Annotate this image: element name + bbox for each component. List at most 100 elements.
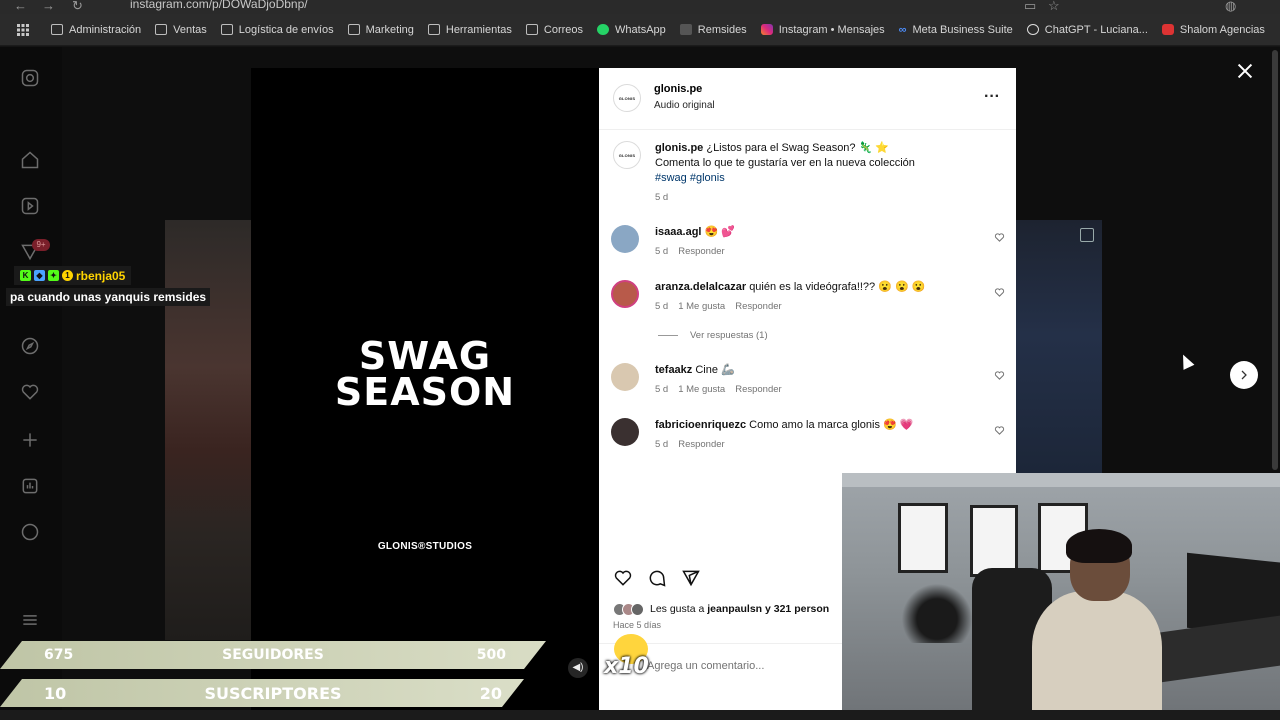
author-username[interactable]: glonis.pe <box>654 83 702 95</box>
like-comment-icon[interactable] <box>994 230 1005 242</box>
page-scrollbar[interactable] <box>1272 50 1278 470</box>
author-avatar[interactable]: GLONIS <box>613 84 641 112</box>
replies-divider <box>658 334 678 336</box>
post-header: GLONIS glonis.pe Audio original ··· <box>599 68 1016 130</box>
comment-likes[interactable]: 1 Me gusta <box>678 301 725 312</box>
comment-username[interactable]: isaaa.agl <box>655 226 701 238</box>
chat-message: pa cuando unas yanquis remsides <box>6 288 211 306</box>
bookmark-remsides[interactable]: Remsides <box>673 18 754 42</box>
reply-button[interactable]: Responder <box>735 301 781 312</box>
post-video[interactable]: SWAG SEASON GLONIS®STUDIOS ◀) <box>251 68 599 712</box>
comment-icon[interactable] <box>647 568 667 588</box>
instagram-logo-icon[interactable] <box>20 68 40 88</box>
caption-avatar[interactable]: GLONIS <box>613 141 641 169</box>
apps-grid-icon[interactable] <box>8 19 38 41</box>
caption-hashtags[interactable]: #swag #glonis <box>655 172 725 184</box>
like-comment-icon[interactable] <box>994 368 1005 380</box>
home-icon[interactable] <box>20 150 40 170</box>
comment-meta: 5 d1 Me gusta Responder <box>655 301 782 312</box>
forward-icon[interactable]: → <box>42 0 55 13</box>
bookmark-chatgpt[interactable]: ChatGPT - Luciana... <box>1020 18 1155 42</box>
wall-poster <box>970 505 1018 577</box>
instagram-icon <box>760 24 773 35</box>
bookmark-instagram-mensajes[interactable]: Instagram • Mensajes <box>754 18 892 42</box>
profile-icon[interactable]: ◍ <box>1225 0 1236 14</box>
reload-icon[interactable]: ↻ <box>72 0 83 14</box>
post-caption: GLONIS glonis.pe ¿Listos para el Swag Se… <box>611 141 1006 203</box>
bookmark-herramientas[interactable]: Herramientas <box>421 18 519 42</box>
comment-likes[interactable]: 1 Me gusta <box>678 384 725 395</box>
emote-multiplier: x10 <box>604 654 649 679</box>
comment-text: 😍 💕 <box>704 226 735 238</box>
screen: ← → ↻ instagram.com/p/DOWaDjoDbnp/ ▭ ☆ ◍… <box>0 0 1280 720</box>
comment-input[interactable]: Agrega un comentario... <box>647 660 764 672</box>
emote-combo: x10 <box>604 634 654 680</box>
url-text[interactable]: instagram.com/p/DOWaDjoDbnp/ <box>130 0 308 11</box>
comment-item: aranza.delalcazar quién es la videógrafa… <box>611 280 1006 320</box>
bookmark-logistica[interactable]: Logística de envíos <box>214 18 341 42</box>
reply-button[interactable]: Responder <box>735 384 781 395</box>
taskbar <box>0 710 1280 720</box>
like-icon[interactable] <box>613 568 633 588</box>
subscribers-label: SUSCRIPTORES <box>204 683 342 703</box>
followers-label: SEGUIDORES <box>222 647 324 663</box>
bookmark-meta-business[interactable]: ∞ Meta Business Suite <box>892 18 1020 42</box>
next-post-button[interactable] <box>1230 361 1258 389</box>
volume-icon[interactable]: ◀) <box>568 658 588 678</box>
reply-button[interactable]: Responder <box>678 246 724 257</box>
bookmarks-bar: Administración Ventas Logística de envío… <box>0 14 1280 46</box>
cam-plant <box>902 583 972 643</box>
bookmark-shalom[interactable]: Shalom Agencias <box>1155 18 1272 42</box>
folder-icon <box>427 24 440 35</box>
bookmark-marketing[interactable]: Marketing <box>341 18 421 42</box>
share-icon[interactable] <box>681 568 701 588</box>
video-title: SWAG SEASON <box>334 334 516 414</box>
dashboard-icon[interactable] <box>20 476 40 496</box>
commenter-avatar[interactable] <box>611 225 639 253</box>
view-replies-button[interactable]: Ver respuestas (1) <box>658 330 768 341</box>
notifications-icon[interactable] <box>20 382 40 402</box>
bookmark-star-icon[interactable]: ☆ <box>1048 0 1060 14</box>
folder-icon <box>220 24 233 35</box>
commenter-avatar[interactable] <box>611 418 639 446</box>
folder-icon <box>155 24 168 35</box>
wall-poster <box>898 503 948 573</box>
cam-ceiling <box>842 473 1280 487</box>
more-options-icon[interactable]: ··· <box>984 88 1000 106</box>
commenter-avatar[interactable] <box>611 280 639 308</box>
shalom-icon <box>1161 24 1174 35</box>
caption-line2: Comenta lo que te gustaría ver en la nue… <box>655 157 915 169</box>
comment-username[interactable]: aranza.delalcazar <box>655 281 746 293</box>
cast-icon[interactable]: ▭ <box>1024 0 1036 14</box>
remsides-icon <box>679 24 692 35</box>
close-modal-icon[interactable] <box>1234 60 1256 82</box>
audio-label[interactable]: Audio original <box>654 100 715 111</box>
bookmark-administracion[interactable]: Administración <box>44 18 148 42</box>
comment-text: quién es la videógrafa!!?? 😮 😮 😮 <box>749 281 926 293</box>
folder-icon <box>525 24 538 35</box>
comment-meta: 5 d Responder <box>655 246 725 257</box>
explore-icon[interactable] <box>20 336 40 356</box>
comment-username[interactable]: fabricioenriquezc <box>655 419 746 431</box>
bookmark-whatsapp[interactable]: WhatsApp <box>590 18 673 42</box>
like-comment-icon[interactable] <box>994 285 1005 297</box>
chatgpt-icon <box>1026 24 1039 35</box>
reels-icon[interactable] <box>20 196 40 216</box>
comment-username[interactable]: tefaakz <box>655 364 692 376</box>
bookmark-ventas[interactable]: Ventas <box>148 18 214 42</box>
bookmark-correos[interactable]: Correos <box>519 18 590 42</box>
caption-username[interactable]: glonis.pe <box>655 142 703 154</box>
likes-summary[interactable]: Les gusta a jeanpaulsn y 321 person <box>613 601 829 617</box>
reply-button[interactable]: Responder <box>678 439 724 450</box>
back-icon[interactable]: ← <box>14 0 27 13</box>
address-bar[interactable]: ← → ↻ instagram.com/p/DOWaDjoDbnp/ ▭ ☆ ◍ <box>0 0 1280 14</box>
followers-goal-bar: 675 SEGUIDORES 500 <box>0 641 546 669</box>
sub-badge-icon: 1 <box>62 270 73 281</box>
menu-icon[interactable] <box>20 610 40 630</box>
like-comment-icon[interactable] <box>994 423 1005 435</box>
commenter-avatar[interactable] <box>611 363 639 391</box>
create-icon[interactable] <box>20 430 40 450</box>
profile-avatar-icon[interactable] <box>20 522 40 542</box>
comment-item: fabricioenriquezc Como amo la marca glon… <box>611 418 1006 458</box>
chevron-right-icon <box>1241 370 1247 380</box>
